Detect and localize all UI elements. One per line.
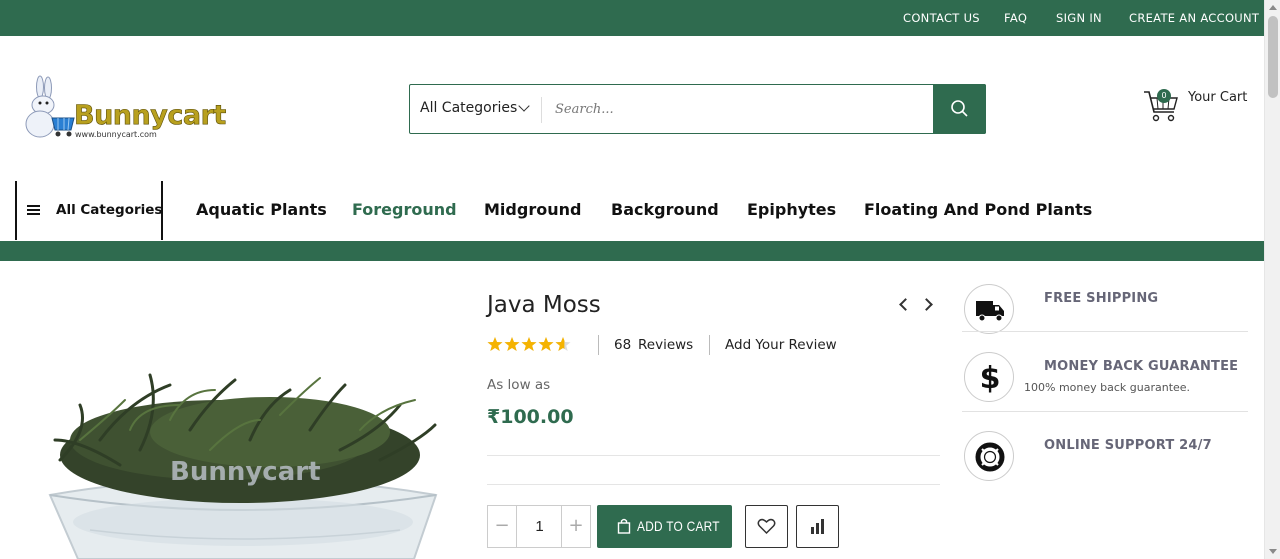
feature-title: ONLINE SUPPORT 24/7	[1044, 438, 1212, 453]
dollar-icon: $	[980, 361, 1001, 396]
rating-stars	[487, 336, 573, 354]
nav-item-midground[interactable]: Midground	[484, 200, 581, 219]
scrollbar-thumb[interactable]	[1268, 16, 1278, 98]
add-to-cart-label: ADD TO CART	[637, 518, 720, 534]
next-product-arrow-icon[interactable]	[920, 298, 933, 311]
faq-link[interactable]: FAQ	[1004, 11, 1027, 25]
compare-button[interactable]	[796, 505, 839, 548]
create-account-link[interactable]: CREATE AN ACCOUNT	[1129, 11, 1259, 25]
logo-text: Bunnycart	[74, 100, 227, 132]
contact-us-link[interactable]: CONTACT US	[903, 11, 980, 25]
search-icon	[951, 100, 968, 117]
svg-text:Bunnycart: Bunnycart	[170, 457, 321, 487]
nav-green-band	[0, 241, 1264, 261]
reviews-count[interactable]: 68	[614, 337, 631, 353]
bar-chart-icon	[811, 519, 824, 534]
as-low-as-label: As low as	[487, 377, 551, 393]
page-scrollbar[interactable]	[1264, 0, 1280, 559]
svg-text:$: $	[980, 361, 1001, 396]
lifebuoy-icon-circle	[964, 431, 1014, 481]
truck-icon-circle	[964, 284, 1014, 334]
feature-title: MONEY BACK GUARANTEE	[1044, 359, 1239, 374]
nav-item-epiphytes[interactable]: Epiphytes	[747, 200, 836, 219]
star-rating-icon	[487, 337, 571, 351]
search-button[interactable]	[933, 84, 986, 134]
cart-button[interactable]: 0 Your Cart	[1142, 86, 1252, 126]
feature-divider	[962, 411, 1248, 412]
product-image[interactable]: Bunnycart	[20, 290, 468, 559]
bunny-mascot-icon	[25, 75, 75, 138]
chevron-down-icon	[518, 100, 530, 112]
product-title: Java Moss	[487, 292, 601, 318]
site-logo[interactable]: Bunnycart www.bunnycart.com	[18, 74, 227, 142]
divider	[487, 455, 940, 456]
quantity-stepper: − +	[487, 505, 591, 548]
java-moss-photo: Bunnycart	[20, 290, 468, 559]
sign-in-link[interactable]: SIGN IN	[1056, 11, 1102, 25]
feature-description: 100% money back guarantee.	[1024, 381, 1191, 394]
quantity-increase-button[interactable]: +	[561, 506, 590, 547]
feature-title: FREE SHIPPING	[1044, 291, 1159, 306]
previous-product-arrow-icon[interactable]	[899, 298, 912, 311]
search-bar: All Categories	[409, 84, 986, 134]
rating-separator	[598, 335, 599, 355]
product-price: ₹100.00	[487, 406, 574, 428]
feature-divider	[962, 331, 1248, 332]
wishlist-button[interactable]	[745, 505, 788, 548]
add-to-cart-button[interactable]: ADD TO CART	[597, 505, 732, 548]
quantity-input[interactable]	[518, 506, 561, 547]
rating-separator	[709, 335, 710, 355]
reviews-link[interactable]: Reviews	[638, 337, 693, 353]
all-categories-label: All Categories	[56, 202, 163, 218]
heart-icon	[757, 518, 776, 535]
search-divider	[541, 97, 542, 123]
nav-item-floating-pond-plants[interactable]: Floating And Pond Plants	[864, 200, 1092, 219]
nav-item-aquatic-plants[interactable]: Aquatic Plants	[196, 200, 327, 219]
divider	[487, 484, 940, 485]
nav-item-background[interactable]: Background	[611, 200, 719, 219]
quantity-decrease-button[interactable]: −	[488, 506, 517, 547]
scroll-down-arrow-icon[interactable]	[1269, 549, 1277, 554]
search-category-select[interactable]: All Categories	[420, 100, 517, 116]
hamburger-icon	[27, 205, 40, 215]
cart-count-badge: 0	[1157, 89, 1171, 103]
nav-item-foreground[interactable]: Foreground	[352, 200, 457, 219]
cart-label: Your Cart	[1188, 90, 1248, 105]
logo-subtext: www.bunnycart.com	[75, 130, 157, 139]
search-input[interactable]	[555, 95, 925, 123]
top-bar: CONTACT US FAQ SIGN IN CREATE AN ACCOUNT	[0, 0, 1264, 36]
add-review-link[interactable]: Add Your Review	[725, 337, 837, 353]
lifebuoy-icon	[975, 442, 1005, 472]
shopping-bag-icon	[617, 518, 631, 534]
page: CONTACT US FAQ SIGN IN CREATE AN ACCOUNT…	[0, 0, 1280, 559]
scroll-up-arrow-icon[interactable]	[1269, 5, 1277, 10]
dollar-icon-circle: $	[964, 352, 1014, 402]
all-categories-menu[interactable]: All Categories	[15, 181, 163, 240]
truck-icon	[976, 301, 1004, 322]
